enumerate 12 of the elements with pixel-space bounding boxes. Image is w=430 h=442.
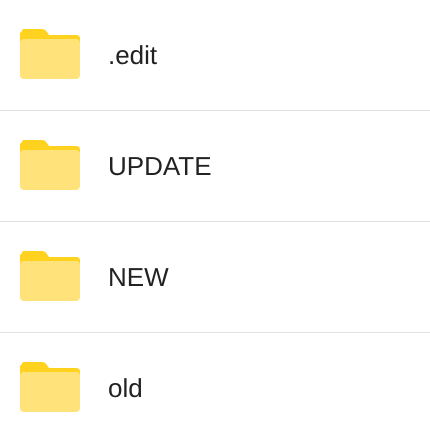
folder-icon [20,362,80,412]
folder-icon [20,29,80,79]
folder-name: old [108,372,143,404]
folder-name: UPDATE [108,150,212,182]
folder-name: .edit [108,40,158,70]
folder-icon [20,251,80,301]
folder-row[interactable]: old [0,333,430,442]
folder-row[interactable]: UPDATE [0,111,430,222]
folder-row[interactable]: .edit [0,0,430,111]
folder-row[interactable]: NEW [0,222,430,333]
folder-icon [20,140,80,190]
folder-name: NEW [108,262,169,292]
